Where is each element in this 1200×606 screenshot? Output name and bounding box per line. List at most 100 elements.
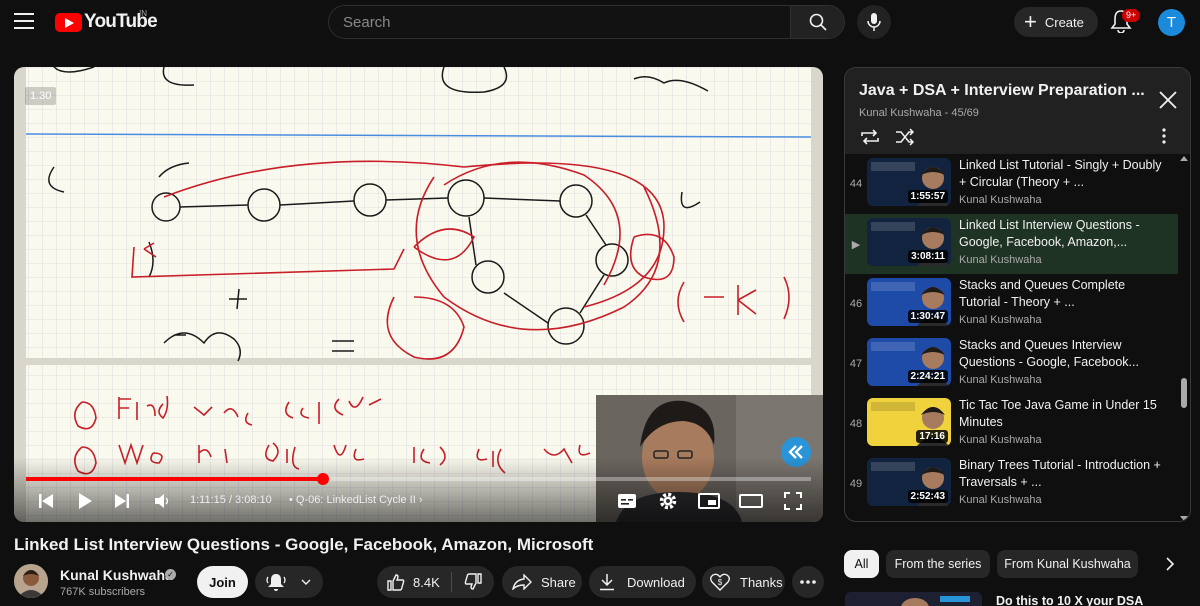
playlist-scrollbar[interactable] xyxy=(1178,154,1190,521)
playlist-subtitle[interactable]: Kunal Kushwaha - 45/69 xyxy=(859,107,979,119)
more-vertical-icon xyxy=(1162,128,1166,144)
playlist-panel: Java + DSA + Interview Preparation ... K… xyxy=(844,67,1191,522)
chip-from-the-series[interactable]: From the series xyxy=(886,550,990,578)
playlist-item-index: 48 xyxy=(849,418,863,430)
subscription-notifications-button[interactable] xyxy=(255,566,323,598)
playlist-item[interactable]: 49 2:52:43 Binary Trees Tutorial - Introdu… xyxy=(845,454,1178,514)
more-horizontal-icon xyxy=(800,580,816,584)
share-button[interactable]: Share xyxy=(502,566,582,598)
chapter-title[interactable]: • Q-06: LinkedList Cycle II › xyxy=(289,494,423,506)
playlist-item-thumbnail[interactable]: 1:30:47 xyxy=(867,278,951,326)
gear-icon xyxy=(659,492,677,510)
volume-button[interactable] xyxy=(152,490,172,512)
theater-mode-button[interactable] xyxy=(738,490,764,512)
playlist-item-title: Linked List Tutorial - Singly + Doubly +… xyxy=(959,158,1162,189)
playlist-item-index: 44 xyxy=(849,178,863,190)
playlist-item-channel: Kunal Kushwaha xyxy=(959,434,1042,446)
miniplayer-icon xyxy=(698,493,720,509)
menu-icon[interactable] xyxy=(14,13,34,29)
close-playlist-button[interactable] xyxy=(1157,89,1179,111)
playlist-item-duration: 3:08:11 xyxy=(908,250,948,263)
chevron-down-icon xyxy=(301,579,311,585)
recommendation-title[interactable]: Do this to 10 X your DSA xyxy=(996,594,1143,606)
chip-from-kunal-kushwaha[interactable]: From Kunal Kushwaha xyxy=(997,550,1138,578)
download-button[interactable]: Download xyxy=(589,566,696,598)
recommendation-thumbnail-image xyxy=(845,592,982,606)
voice-search-button[interactable] xyxy=(857,5,891,39)
shuffle-icon xyxy=(896,128,915,146)
channel-avatar[interactable] xyxy=(14,564,48,598)
video-player[interactable]: 1.30 1:11:15 / 3:08:10 • Q-06: LinkedLis… xyxy=(14,67,823,522)
previous-button[interactable] xyxy=(36,490,56,512)
recommendation-thumbnail[interactable] xyxy=(845,592,982,606)
loop-icon xyxy=(861,129,879,145)
search-icon xyxy=(809,13,827,31)
play-button[interactable] xyxy=(74,490,96,512)
playback-speed-label: 1.30 xyxy=(25,87,57,105)
scroll-down-arrow-icon[interactable] xyxy=(1180,516,1188,521)
create-label: Create xyxy=(1044,14,1084,30)
like-count: 8.4K xyxy=(413,574,440,590)
playlist-item[interactable]: 44 1:55:57 Linked List Tutorial - Singly +… xyxy=(845,154,1178,214)
skip-previous-icon xyxy=(39,494,53,508)
youtube-play-icon xyxy=(55,12,82,32)
playlist-item-title: Tic Tac Toe Java Game in Under 15 Minute… xyxy=(959,398,1157,429)
top-bar: YouTube IN + Create 9+ T xyxy=(0,0,1200,44)
progress-played xyxy=(26,477,323,481)
play-icon xyxy=(79,493,92,509)
settings-button[interactable] xyxy=(656,490,680,512)
like-separator xyxy=(451,572,452,592)
join-button[interactable]: Join xyxy=(197,566,248,598)
chip-all[interactable]: All xyxy=(844,550,879,578)
more-actions-button[interactable] xyxy=(792,566,824,598)
shuffle-button[interactable] xyxy=(895,128,915,146)
super-thanks-icon: $ xyxy=(710,573,730,591)
fullscreen-button[interactable] xyxy=(781,490,805,512)
skip-next-icon xyxy=(115,494,129,508)
download-label: Download xyxy=(627,574,685,590)
playlist-item-duration: 17:16 xyxy=(916,430,948,443)
playlist-item-thumbnail[interactable]: 1:55:57 xyxy=(867,158,951,206)
bell-ringing-icon xyxy=(266,574,286,591)
playlist-item-duration: 2:24:21 xyxy=(907,370,948,383)
chips-next-button[interactable] xyxy=(1160,554,1180,574)
playlist-item-channel: Kunal Kushwaha xyxy=(959,194,1042,206)
playlist-item[interactable]: 47 2:24:21 Stacks and Queues Interview Que… xyxy=(845,334,1178,394)
chevron-right-icon xyxy=(1166,557,1175,571)
search-button[interactable] xyxy=(790,6,844,38)
scrollbar-thumb[interactable] xyxy=(1181,378,1187,408)
thumbs-down-icon xyxy=(464,573,482,590)
playlist-item-thumbnail[interactable]: 17:16 xyxy=(867,398,951,446)
progress-scrubber[interactable] xyxy=(316,473,329,485)
search-input[interactable] xyxy=(329,6,791,38)
playlist-title[interactable]: Java + DSA + Interview Preparation ... xyxy=(859,82,1145,100)
playlist-menu-button[interactable] xyxy=(1161,128,1171,146)
playlist-item[interactable]: 46 1:30:47 Stacks and Queues Complete Tuto… xyxy=(845,274,1178,334)
create-button[interactable]: + Create xyxy=(1014,7,1098,37)
progress-bar[interactable] xyxy=(26,473,811,485)
playlist-item-index: ▶ xyxy=(851,239,861,251)
playlist-item-thumbnail[interactable]: 2:52:43 xyxy=(867,458,951,506)
miniplayer-button[interactable] xyxy=(697,490,721,512)
playlist-item-duration: 1:30:47 xyxy=(907,310,948,323)
youtube-logo[interactable]: YouTube IN xyxy=(55,9,158,33)
playlist-item[interactable]: ▶ 3:08:11 Linked List Interview Questions … xyxy=(845,214,1178,274)
channel-name[interactable]: Kunal Kushwaha xyxy=(60,567,173,583)
next-button[interactable] xyxy=(112,490,132,512)
playlist-item-title: Stacks and Queues Complete Tutorial - Th… xyxy=(959,278,1126,309)
playlist-item-thumbnail[interactable]: 2:24:21 xyxy=(867,338,951,386)
like-button[interactable]: 8.4K xyxy=(377,566,451,598)
playlist-item[interactable]: 48 17:16 Tic Tac Toe Java Game in Under 15… xyxy=(845,394,1178,454)
playlist-item-title: Linked List Interview Questions - Google… xyxy=(959,218,1140,249)
subtitles-button[interactable] xyxy=(615,490,639,512)
verified-check-icon: ✓ xyxy=(165,569,176,580)
thanks-button[interactable]: $ Thanks xyxy=(702,566,785,598)
playlist-item-title: Stacks and Queues Interview Questions - … xyxy=(959,338,1139,369)
account-avatar[interactable]: T xyxy=(1158,9,1185,36)
scroll-up-arrow-icon[interactable] xyxy=(1180,156,1188,161)
playlist-item-index: 47 xyxy=(849,358,863,370)
playlist-item-thumbnail[interactable]: 3:08:11 xyxy=(867,218,951,266)
like-dislike-group: 8.4K xyxy=(377,566,494,598)
dislike-button[interactable] xyxy=(451,566,494,598)
loop-playlist-button[interactable] xyxy=(859,128,881,146)
